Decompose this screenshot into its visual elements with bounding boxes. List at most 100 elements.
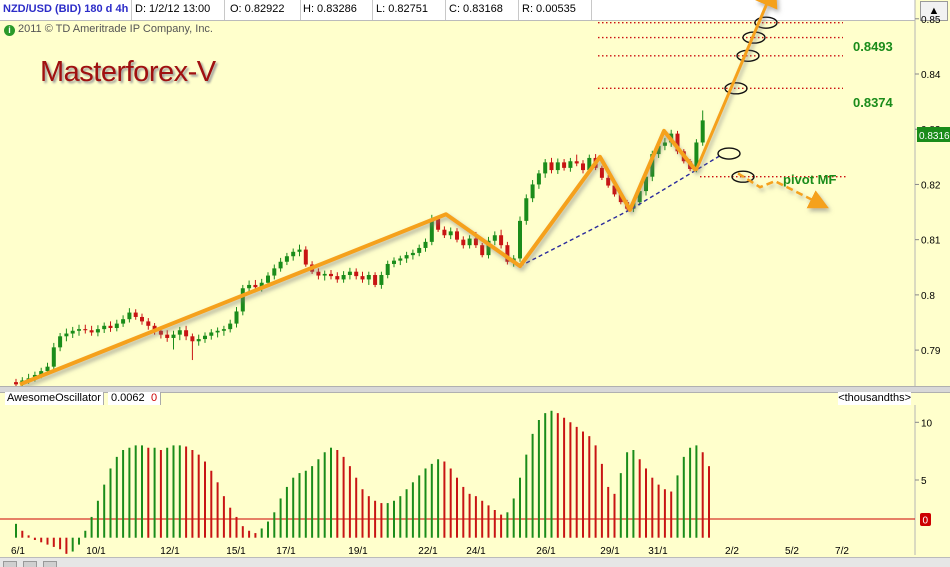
projection-up-arrow <box>694 0 778 172</box>
scroll-handle-left[interactable] <box>3 561 17 567</box>
candle-body <box>599 167 604 178</box>
date-tick-label: 12/1 <box>160 546 180 555</box>
wave-line <box>19 128 698 386</box>
candle-body <box>14 382 18 385</box>
trendlines <box>519 155 721 267</box>
candle-body <box>184 330 189 337</box>
candle-body <box>77 329 81 331</box>
candle-body <box>121 319 126 324</box>
candle-body <box>284 256 289 262</box>
candle-body <box>467 238 472 246</box>
candle-body <box>404 255 409 259</box>
candle-body <box>171 334 176 338</box>
wave-pattern <box>19 0 829 386</box>
candle-body <box>247 284 252 289</box>
scroll-handle-right[interactable] <box>43 561 57 567</box>
candle-body <box>83 329 88 331</box>
candle-body <box>234 311 239 324</box>
candle-body <box>492 235 497 241</box>
price-tick-label: 0.81 <box>921 236 941 247</box>
candle-body <box>562 162 567 168</box>
candle-body <box>322 273 327 276</box>
candle-body <box>360 276 365 280</box>
candle-body <box>606 177 611 186</box>
level-label-high: 0.8493 <box>853 39 893 54</box>
date-tick-label: 26/1 <box>536 546 556 555</box>
candle-body <box>480 245 485 256</box>
date-tick-label: 31/1 <box>648 546 668 555</box>
oscillator-zero: 0 <box>148 392 162 405</box>
candle-body <box>146 321 151 326</box>
candle-body <box>700 120 705 143</box>
candle-body <box>51 347 56 367</box>
oscillator-units: <thousandths> <box>838 392 911 405</box>
date-tick-label: 6/1 <box>11 546 25 555</box>
oscillator-tick-label: 5 <box>921 476 927 487</box>
support-trendline <box>519 155 721 267</box>
candle-body <box>196 339 201 342</box>
candle-body <box>329 273 333 277</box>
oscillator-zero-tag-label: 0 <box>923 516 929 527</box>
candle-body <box>385 263 390 276</box>
candle-body <box>530 184 535 199</box>
candle-body <box>253 284 258 288</box>
candle-body <box>190 336 195 342</box>
date-tick-label: 22/1 <box>418 546 438 555</box>
candle-body <box>228 323 233 330</box>
candle-body <box>89 330 94 333</box>
candle-body <box>45 366 50 372</box>
candle-body <box>303 249 308 265</box>
oscillator-tick-label: 10 <box>921 418 933 429</box>
price-tick-label: 0.84 <box>921 70 941 81</box>
candle-body <box>221 329 226 331</box>
candle-body <box>335 276 340 280</box>
candle-body <box>133 312 138 317</box>
candle-body <box>64 333 69 337</box>
oscillator-header: AwesomeOscillator 0.0062 0 <thousandths> <box>0 391 915 405</box>
candle-body <box>114 323 119 329</box>
price-tick-label: 0.79 <box>921 346 941 357</box>
chart-window: NZD/USD (BID) 180 d 4h D: 1/2/12 13:00 O… <box>0 0 950 567</box>
candle-body <box>316 271 321 276</box>
date-tick-label: 24/1 <box>466 546 486 555</box>
candle-body <box>461 239 466 246</box>
candle-body <box>177 330 182 335</box>
candle-body <box>266 275 270 283</box>
candle-body <box>140 316 144 322</box>
scroll-handle-mid[interactable] <box>23 561 37 567</box>
candle-body <box>108 325 113 329</box>
date-tick-label: 19/1 <box>348 546 368 555</box>
candle-body <box>95 329 100 333</box>
date-tick-label: 2/2 <box>725 546 739 555</box>
oscillator-chart[interactable]: 5 10 6/1 10/1 12/1 15/1 17/1 19/1 22/1 24/1 26/1 2… <box>0 405 950 555</box>
price-chart[interactable]: 0.790.80.810.820.830.840.85 0.8493 0.837… <box>0 0 950 386</box>
date-tick-label: 7/2 <box>835 546 849 555</box>
candle-body <box>499 235 504 246</box>
scroll-bar[interactable] <box>0 557 950 567</box>
candle-body <box>240 288 245 312</box>
candle-body <box>209 332 214 336</box>
oscillator-name[interactable]: AwesomeOscillator <box>5 392 104 405</box>
candle-body <box>215 330 220 333</box>
last-price-value: 0.8316 <box>919 131 950 142</box>
candle-body <box>272 268 277 276</box>
candle-body <box>518 220 522 259</box>
candle-body <box>568 161 573 168</box>
price-tick-label: 0.82 <box>921 180 941 191</box>
candle-body <box>574 161 579 164</box>
candle-body <box>398 258 403 261</box>
date-tick-label: 5/2 <box>785 546 799 555</box>
date-tick-label: 29/1 <box>600 546 620 555</box>
candle-body <box>165 334 170 338</box>
candle-body <box>417 247 422 253</box>
candle-body <box>543 162 548 174</box>
candle-body <box>448 231 453 236</box>
candle-body <box>347 271 352 276</box>
oscillator-value: 0.0062 <box>108 392 149 405</box>
candle-body <box>436 218 441 230</box>
candle-body <box>662 142 667 146</box>
candle-body <box>158 330 163 335</box>
candle-body <box>127 312 132 320</box>
pivot-label: pivot MF <box>783 172 836 187</box>
candle-body <box>278 261 283 269</box>
